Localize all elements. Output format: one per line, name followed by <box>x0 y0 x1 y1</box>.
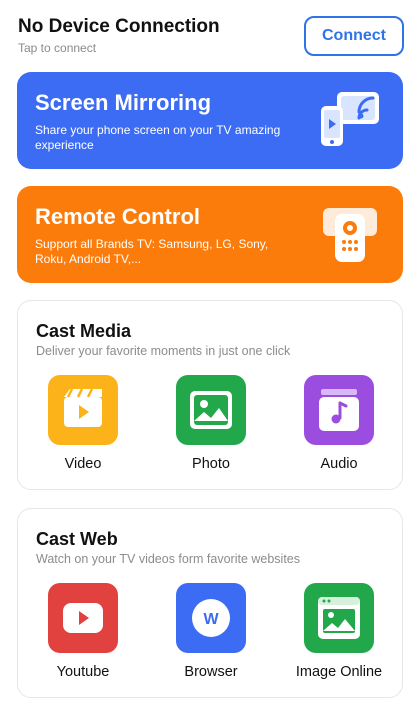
feature-title: Remote Control <box>35 204 200 229</box>
screen-mirroring-icon <box>321 92 379 146</box>
section-subtitle: Watch on your TV videos form favorite we… <box>36 552 300 566</box>
tile-label: Youtube <box>56 664 110 680</box>
tile-label: Browser <box>184 664 238 680</box>
cast-media-section: Cast Media Deliver your favorite moments… <box>17 300 403 490</box>
section-title: Cast Media <box>36 321 132 341</box>
cast-web-section: Cast Web Watch on your TV videos form fa… <box>17 508 403 698</box>
tile-label: Video <box>64 456 102 472</box>
section-subtitle: Deliver your favorite moments in just on… <box>36 344 291 358</box>
youtube-icon <box>48 583 118 653</box>
remote-control-icon <box>323 208 377 262</box>
tile-label: Audio <box>320 456 358 472</box>
video-tile[interactable]: Video <box>28 375 138 475</box>
feature-title: Screen Mirroring <box>35 90 212 115</box>
feature-description: Share your phone screen on your TV amazi… <box>35 123 281 152</box>
connect-button[interactable]: Connect <box>304 16 404 56</box>
browser-tile[interactable]: W Browser <box>156 583 266 683</box>
tile-label: Photo <box>192 456 230 472</box>
browser-icon: W <box>176 583 246 653</box>
connection-header: No Device Connection Tap to connect Conn… <box>18 14 404 60</box>
audio-icon <box>304 375 374 445</box>
audio-tile[interactable]: Audio <box>284 375 394 475</box>
youtube-tile[interactable]: Youtube <box>28 583 138 683</box>
image-online-icon <box>304 583 374 653</box>
screen-mirroring-card[interactable]: Screen Mirroring Share your phone screen… <box>17 72 403 169</box>
image-online-tile[interactable]: Image Online <box>284 583 394 683</box>
video-icon <box>48 375 118 445</box>
svg-text:W: W <box>203 611 219 628</box>
section-title: Cast Web <box>36 529 118 549</box>
photo-tile[interactable]: Photo <box>156 375 266 475</box>
photo-icon <box>176 375 246 445</box>
feature-description: Support all Brands TV: Samsung, LG, Sony… <box>35 237 269 266</box>
remote-control-card[interactable]: Remote Control Support all Brands TV: Sa… <box>17 186 403 283</box>
tile-label: Image Online <box>295 664 383 680</box>
